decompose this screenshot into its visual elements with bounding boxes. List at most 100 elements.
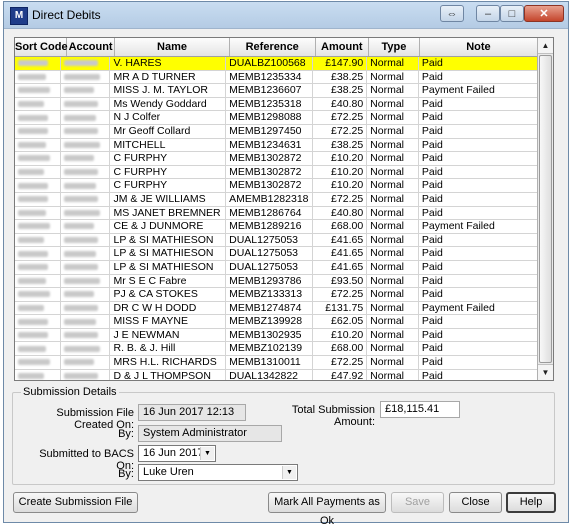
reference-cell: DUAL1342822	[226, 369, 313, 380]
amount-cell: £131.75	[313, 301, 368, 315]
column-header-reference[interactable]: Reference	[230, 38, 316, 56]
note-cell: Paid	[419, 328, 538, 342]
submitted-by-select[interactable]: Luke Uren ▼	[138, 464, 298, 481]
sort-code-cell	[15, 57, 62, 70]
table-row[interactable]: D & J L THOMPSON DUAL1342822 £47.92 Normal P…	[15, 369, 538, 380]
account-cell	[61, 369, 111, 380]
account-cell	[61, 274, 111, 288]
column-header-amount[interactable]: Amount	[316, 38, 370, 56]
note-cell: Paid	[419, 57, 538, 70]
table-row[interactable]: Mr S E C Fabre MEMB1293786 £93.50 Normal Pai…	[15, 274, 538, 289]
mark-all-payments-ok-button[interactable]: Mark All Payments as Ok	[268, 492, 386, 527]
type-cell: Normal	[367, 70, 419, 84]
table-row[interactable]: MISS J. M. TAYLOR MEMB1236607 £38.25 Normal…	[15, 84, 538, 98]
table-row[interactable]: LP & SI MATHIESON DUAL1275053 £41.65 Normal…	[15, 260, 538, 275]
table-row[interactable]: Mr Geoff Collard MEMB1297450 £72.25 Normal P…	[15, 124, 538, 139]
redacted-value	[64, 209, 101, 216]
type-cell: Normal	[367, 288, 419, 301]
type-cell: Normal	[367, 84, 419, 97]
restore-icon[interactable]: ⇔	[440, 5, 464, 22]
save-button[interactable]: Save	[391, 492, 444, 513]
table-row[interactable]: JM & JE WILLIAMS AMEMB1282318 £72.25 Normal…	[15, 192, 538, 207]
name-cell: Mr Geoff Collard	[110, 124, 227, 138]
table-row[interactable]: MS JANET BREMNER MEMB1286764 £40.80 Normal P…	[15, 206, 538, 221]
reference-cell: DUALBZ100568	[226, 57, 313, 70]
amount-cell: £72.25	[313, 192, 368, 206]
reference-cell: MEMB1297450	[226, 124, 313, 138]
note-cell: Paid	[419, 342, 538, 356]
account-cell	[61, 206, 111, 220]
table-row[interactable]: MISS F MAYNE MEMBZ139928 £62.05 Normal Paid	[15, 315, 538, 329]
redacted-value	[18, 345, 46, 352]
account-cell	[61, 111, 111, 124]
reference-cell: MEMB1298088	[226, 111, 313, 124]
amount-cell: £10.20	[313, 328, 368, 342]
amount-cell: £72.25	[313, 356, 368, 369]
scroll-down-icon[interactable]: ▼	[538, 364, 553, 380]
table-row[interactable]: V. HARES DUALBZ100568 £147.90 Normal Paid	[15, 57, 538, 71]
amount-cell: £41.65	[313, 233, 368, 247]
table-row[interactable]: MR A D TURNER MEMB1235334 £38.25 Normal Paid	[15, 70, 538, 85]
column-header-type[interactable]: Type	[369, 38, 420, 56]
chevron-down-icon[interactable]: ▼	[282, 466, 296, 479]
note-cell: Paid	[419, 356, 538, 369]
redacted-value	[18, 114, 48, 121]
amount-cell: £68.00	[313, 342, 368, 356]
minimize-button[interactable]: –	[476, 5, 500, 22]
table-row[interactable]: MRS H.L. RICHARDS MEMB1310011 £72.25 Normal…	[15, 356, 538, 370]
table-row[interactable]: C FURPHY MEMB1302872 £10.20 Normal Paid	[15, 165, 538, 180]
note-cell: Paid	[419, 165, 538, 179]
name-cell: MISS F MAYNE	[110, 315, 227, 328]
column-header-name[interactable]: Name	[115, 38, 230, 56]
table-row[interactable]: Ms Wendy Goddard MEMB1235318 £40.80 Normal P…	[15, 97, 538, 112]
note-cell: Payment Failed	[419, 301, 538, 315]
type-cell: Normal	[367, 220, 419, 233]
redacted-value	[18, 155, 50, 162]
table-row[interactable]: R. B. & J. Hill MEMBZ102139 £68.00 Normal Pa…	[15, 342, 538, 357]
close-window-button[interactable]: ✕	[524, 5, 564, 22]
type-cell: Normal	[367, 342, 419, 356]
table-row[interactable]: LP & SI MATHIESON DUAL1275053 £41.65 Normal…	[15, 247, 538, 261]
bacs-date-picker[interactable]: 16 Jun 2017 ▼	[138, 445, 216, 462]
redacted-value	[18, 101, 44, 107]
name-cell: PJ & CA STOKES	[110, 288, 227, 301]
table-row[interactable]: PJ & CA STOKES MEMBZ133313 £72.25 Normal Pai…	[15, 288, 538, 302]
reference-cell: MEMB1293786	[226, 274, 313, 288]
name-cell: Ms Wendy Goddard	[110, 97, 227, 111]
redacted-value	[18, 73, 46, 80]
reference-cell: DUAL1275053	[226, 260, 313, 274]
column-header-account[interactable]: Account	[67, 38, 116, 56]
close-button[interactable]: Close	[449, 492, 502, 513]
table-row[interactable]: C FURPHY MEMB1302872 £10.20 Normal Paid	[15, 152, 538, 166]
debits-grid[interactable]: Sort Code Account Name Reference Amount …	[14, 37, 554, 381]
column-header-sort-code[interactable]: Sort Code	[15, 38, 68, 56]
type-cell: Normal	[367, 233, 419, 247]
create-submission-file-button[interactable]: Create Submission File	[13, 492, 138, 513]
chevron-down-icon[interactable]: ▼	[200, 447, 214, 460]
name-cell: R. B. & J. Hill	[110, 342, 227, 356]
vertical-scrollbar[interactable]: ▲ ▼	[537, 38, 553, 380]
name-cell: C FURPHY	[110, 152, 227, 165]
scroll-up-icon[interactable]: ▲	[538, 38, 553, 54]
account-cell	[61, 179, 111, 192]
table-row[interactable]: CE & J DUNMORE MEMB1289216 £68.00 Normal Pay…	[15, 220, 538, 234]
redacted-value	[64, 359, 95, 366]
scroll-thumb[interactable]	[539, 55, 552, 363]
note-cell: Paid	[419, 206, 538, 220]
table-row[interactable]: C FURPHY MEMB1302872 £10.20 Normal Paid	[15, 179, 538, 193]
maximize-button[interactable]: □	[500, 5, 524, 22]
reference-cell: MEMB1302872	[226, 152, 313, 165]
table-row[interactable]: MITCHELL MEMB1234631 £38.25 Normal Paid	[15, 138, 538, 153]
table-row[interactable]: LP & SI MATHIESON DUAL1275053 £41.65 Normal…	[15, 233, 538, 248]
amount-cell: £72.25	[313, 288, 368, 301]
table-row[interactable]: N J Colfer MEMB1298088 £72.25 Normal Paid	[15, 111, 538, 125]
redacted-value	[64, 114, 97, 121]
column-header-note[interactable]: Note	[420, 38, 538, 56]
name-cell: Mr S E C Fabre	[110, 274, 227, 288]
help-button[interactable]: Help	[506, 492, 556, 513]
table-row[interactable]: J E NEWMAN MEMB1302935 £10.20 Normal Paid	[15, 328, 538, 343]
title-bar: M Direct Debits ⇔ – □ ✕	[4, 2, 568, 29]
table-row[interactable]: DR C W H DODD MEMB1274874 £131.75 Normal Pay…	[15, 301, 538, 316]
note-cell: Paid	[419, 138, 538, 152]
redacted-value	[18, 141, 46, 148]
